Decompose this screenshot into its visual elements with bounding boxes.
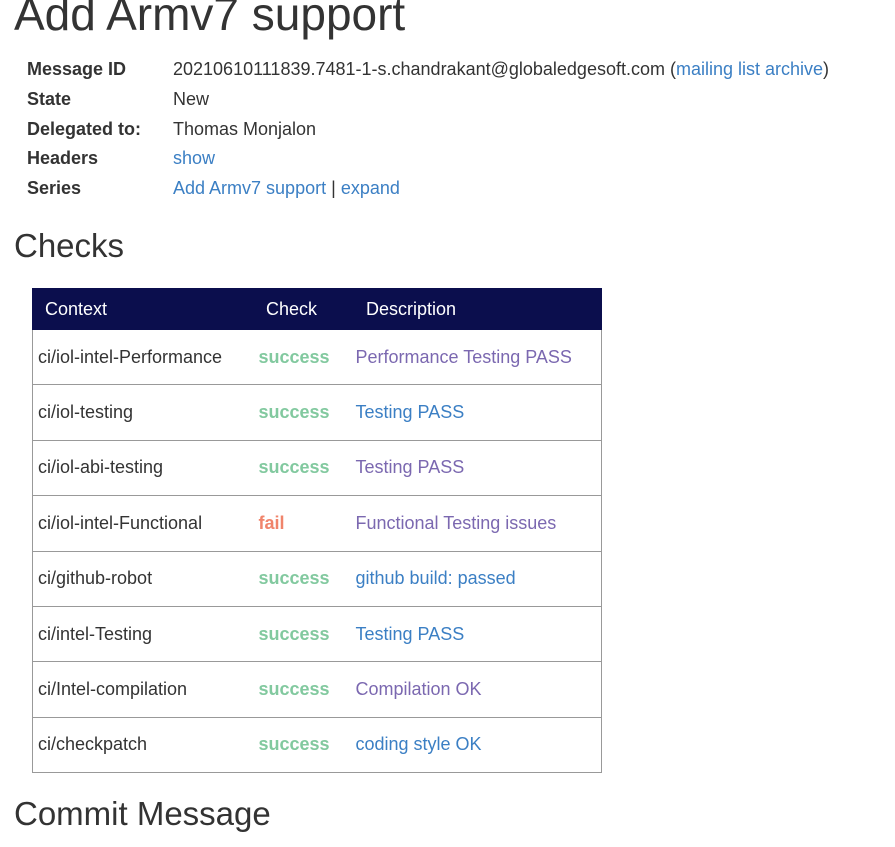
commit-message-heading: Commit Message bbox=[14, 795, 271, 832]
headers-show-link[interactable]: show bbox=[173, 148, 215, 168]
series-link[interactable]: Add Armv7 support bbox=[173, 178, 326, 198]
check-state: success bbox=[255, 328, 356, 386]
check-context: ci/iol-intel-Performance bbox=[32, 328, 256, 386]
check-state: success bbox=[255, 605, 356, 663]
check-description-link[interactable]: github build: passed bbox=[356, 568, 516, 588]
check-state: success bbox=[255, 439, 356, 497]
check-description-cell: Compilation OK bbox=[355, 661, 602, 718]
check-description-cell: github build: passed bbox=[355, 550, 602, 607]
state-label: State bbox=[27, 88, 72, 109]
check-row: ci/Intel-compilation success Compilation… bbox=[32, 661, 602, 718]
checks-table: Context Check Description ci/iol-intel-P… bbox=[32, 288, 602, 774]
check-state: success bbox=[255, 384, 356, 441]
headers-label: Headers bbox=[27, 148, 99, 169]
message-id-row: Message ID 20210610111839.7481-1-s.chand… bbox=[27, 55, 829, 85]
check-description-cell: coding style OK bbox=[355, 716, 602, 774]
archive-close-paren: ) bbox=[823, 59, 830, 79]
state-row: State New bbox=[27, 85, 829, 115]
check-description-cell: Functional Testing issues bbox=[355, 495, 602, 552]
check-description-cell: Performance Testing PASS bbox=[355, 328, 602, 386]
check-description-link[interactable]: Compilation OK bbox=[356, 679, 482, 699]
checks-heading: Checks bbox=[14, 227, 125, 264]
check-description-cell: Testing PASS bbox=[355, 605, 602, 663]
check-row: ci/iol-intel-Performance success Perform… bbox=[32, 328, 602, 386]
column-header-check: Check bbox=[255, 288, 356, 330]
check-state: success bbox=[255, 716, 356, 774]
message-id-value: 20210610111839.7481-1-s.chandrakant@glob… bbox=[173, 55, 829, 85]
series-expand-link[interactable]: expand bbox=[341, 178, 400, 198]
column-header-description: Description bbox=[355, 288, 602, 330]
checks-header-row: Context Check Description bbox=[32, 288, 602, 330]
check-row: ci/iol-testing success Testing PASS bbox=[32, 384, 602, 441]
message-id-text: 20210610111839.7481-1-s.chandrakant@glob… bbox=[173, 59, 665, 79]
check-description-link[interactable]: Testing PASS bbox=[356, 402, 465, 422]
delegated-value: Thomas Monjalon bbox=[173, 118, 317, 139]
check-context: ci/iol-abi-testing bbox=[32, 439, 256, 497]
message-id-label: Message ID bbox=[27, 59, 127, 79]
check-description-cell: Testing PASS bbox=[355, 384, 602, 441]
check-context: ci/iol-intel-Functional bbox=[32, 495, 256, 552]
check-row: ci/intel-Testing success Testing PASS bbox=[32, 605, 602, 663]
series-separator: | bbox=[331, 178, 336, 199]
delegated-row: Delegated to: Thomas Monjalon bbox=[27, 115, 829, 145]
check-context: ci/github-robot bbox=[32, 550, 256, 607]
check-description-link[interactable]: Testing PASS bbox=[356, 624, 465, 644]
series-label: Series bbox=[27, 178, 82, 199]
page-title: Add Armv7 support bbox=[14, 0, 406, 40]
check-description-link[interactable]: coding style OK bbox=[356, 734, 482, 754]
check-row: ci/checkpatch success coding style OK bbox=[32, 716, 602, 774]
check-context: ci/intel-Testing bbox=[32, 605, 256, 663]
check-context: ci/iol-testing bbox=[32, 384, 256, 441]
patch-metadata: Message ID 20210610111839.7481-1-s.chand… bbox=[27, 55, 829, 204]
headers-row: Headers show bbox=[27, 144, 829, 174]
column-header-context: Context bbox=[32, 288, 256, 330]
check-description-link[interactable]: Testing PASS bbox=[356, 457, 465, 477]
headers-value: show bbox=[173, 144, 829, 174]
check-context: ci/Intel-compilation bbox=[32, 661, 256, 718]
check-context: ci/checkpatch bbox=[32, 716, 256, 774]
state-value: New bbox=[173, 88, 210, 109]
check-description-link[interactable]: Performance Testing PASS bbox=[356, 347, 572, 367]
check-description-link[interactable]: Functional Testing issues bbox=[356, 513, 557, 533]
check-state: fail bbox=[255, 495, 356, 552]
series-value: Add Armv7 support | expand bbox=[173, 174, 829, 204]
check-state: success bbox=[255, 550, 356, 607]
check-row: ci/github-robot success github build: pa… bbox=[32, 550, 602, 607]
delegated-label: Delegated to: bbox=[27, 118, 142, 139]
check-row: ci/iol-abi-testing success Testing PASS bbox=[32, 439, 602, 497]
check-state: success bbox=[255, 661, 356, 718]
mailing-list-archive-link[interactable]: mailing list archive bbox=[676, 59, 823, 79]
check-row: ci/iol-intel-Functional fail Functional … bbox=[32, 495, 602, 552]
check-description-cell: Testing PASS bbox=[355, 439, 602, 497]
series-row: Series Add Armv7 support | expand bbox=[27, 174, 829, 204]
